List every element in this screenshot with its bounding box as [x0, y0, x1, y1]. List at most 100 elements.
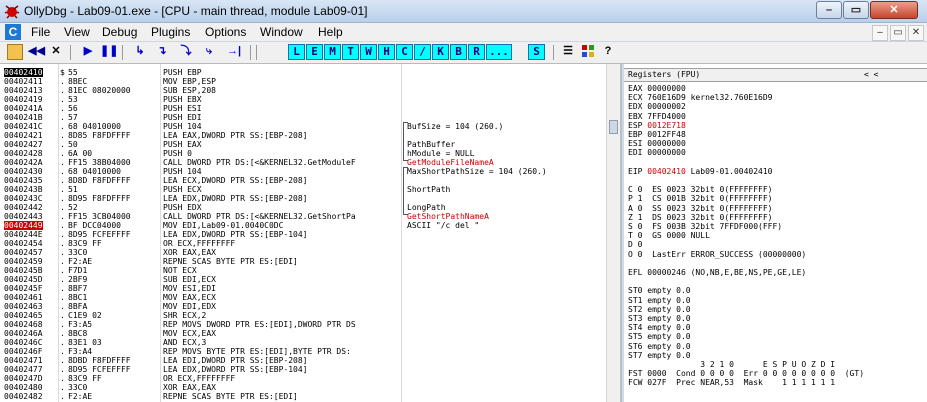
marker-cell: .: [60, 365, 65, 374]
disasm-row[interactable]: 00402419. 53 PUSH EBX: [0, 95, 608, 104]
disasm-row[interactable]: 00402457. 33C0 XOR EAX,EAX: [0, 248, 608, 257]
disasm-row[interactable]: 0040241C. 68 04010000 PUSH 104 BufSize = 10…: [0, 122, 608, 131]
windows-window-button[interactable]: W: [360, 44, 377, 60]
disasm-row[interactable]: 00402454. 83C9 FF OR ECX,FFFFFFFF: [0, 239, 608, 248]
disassembly-scrollbar[interactable]: [606, 64, 620, 402]
registers-header[interactable]: Registers (FPU) < <: [624, 68, 927, 82]
register-line[interactable]: EDI 00000000: [628, 148, 686, 158]
register-line[interactable]: EIP 00402410 Lab09-01.00402410: [628, 167, 773, 177]
disasm-row[interactable]: 0040247D. 83C9 FF OR ECX,FFFFFFFF: [0, 374, 608, 383]
minimize-button[interactable]: –: [816, 1, 842, 19]
mdi-minimize-button[interactable]: –: [872, 25, 888, 41]
disasm-row[interactable]: 0040245F. 8BF7 MOV ESI,EDI: [0, 284, 608, 293]
register-line[interactable]: EFL 00000246 (NO,NB,E,BE,NS,PE,GE,LE): [628, 268, 806, 278]
disasm-row[interactable]: 00402435. 8D8D F8FDFFFF LEA ECX,DWORD PTR …: [0, 176, 608, 185]
trace-over-icon[interactable]: ⤷: [201, 44, 217, 60]
disasm-row[interactable]: 00402442. 52 PUSH EDX LongPath: [0, 203, 608, 212]
disasm-row[interactable]: 0040242A. FF15 38B04000 CALL DWORD PTR DS:…: [0, 158, 608, 167]
run-trace-window-button[interactable]: ...: [486, 44, 512, 60]
disasm-row[interactable]: 00402411. 8BEC MOV EBP,ESP: [0, 77, 608, 86]
register-line[interactable]: FCW 027F Prec NEAR,53 Mask 1 1 1 1 1 1: [628, 378, 835, 388]
memory-window-button[interactable]: M: [324, 44, 341, 60]
source-window-button[interactable]: S: [528, 44, 545, 60]
menu-window[interactable]: Window: [260, 25, 303, 39]
hex-dump-cell: BF DCC04000: [68, 221, 121, 230]
scrollbar-thumb[interactable]: [609, 120, 618, 134]
cpu-window-button[interactable]: C: [396, 44, 413, 60]
colors-grid-icon[interactable]: [580, 44, 596, 60]
registers-pane[interactable]: Registers (FPU) < < EAX 00000000 ECX 760E…: [624, 64, 927, 402]
mdi-restore-button[interactable]: ▭: [890, 25, 906, 41]
pause-icon[interactable]: ❚❚: [100, 44, 118, 60]
disasm-row[interactable]: 00402459. F2:AE REPNE SCAS BYTE PTR ES:[ED…: [0, 257, 608, 266]
registers-nav-arrows[interactable]: < <: [864, 69, 878, 81]
patches-window-button[interactable]: /: [414, 44, 431, 60]
handles-window-button[interactable]: H: [378, 44, 395, 60]
instruction-cell: PUSH EDI: [163, 113, 202, 122]
restart-icon[interactable]: ◀◀: [28, 44, 45, 60]
execute-till-return-icon[interactable]: →|: [226, 44, 242, 60]
disasm-row[interactable]: 00402427. 50 PUSH EAX PathBuffer: [0, 140, 608, 149]
disasm-row[interactable]: 0040243C. 8D95 F8FDFFFF LEA EDX,DWORD PTR …: [0, 194, 608, 203]
disasm-row[interactable]: 00402449. BF DCC04000 MOV EDI,Lab09-01.004…: [0, 221, 608, 230]
menu-plugins[interactable]: Plugins: [151, 25, 190, 39]
disasm-row[interactable]: 00402428. 6A 00 PUSH 0 hModule = NULL: [0, 149, 608, 158]
run-icon[interactable]: ▶: [80, 44, 96, 60]
menu-options[interactable]: Options: [205, 25, 246, 39]
disasm-row[interactable]: 00402468. F3:A5 REP MOVS DWORD PTR ES:[EDI…: [0, 320, 608, 329]
disasm-row[interactable]: 00402421. 8D85 F8FDFFFF LEA EAX,DWORD PTR …: [0, 131, 608, 140]
close-button[interactable]: ✕: [870, 1, 918, 19]
disasm-row[interactable]: 00402471. 8DBD F8FDFFFF LEA EDI,DWORD PTR …: [0, 356, 608, 365]
disasm-row[interactable]: 0040241A. 56 PUSH ESI: [0, 104, 608, 113]
disasm-row[interactable]: 00402482. F2:AE REPNE SCAS BYTE PTR ES:[ED…: [0, 392, 608, 401]
mdi-close-button[interactable]: ✕: [908, 25, 924, 41]
menu-file[interactable]: File: [31, 25, 50, 39]
log-window-button[interactable]: L: [288, 44, 305, 60]
cpu-window-icon[interactable]: C: [5, 24, 21, 40]
disasm-row[interactable]: 00402480. 33C0 XOR EAX,EAX: [0, 383, 608, 392]
menu-debug[interactable]: Debug: [102, 25, 137, 39]
trace-into-icon[interactable]: ⤵: [178, 44, 194, 60]
menu-help[interactable]: Help: [318, 25, 343, 39]
references-window-button[interactable]: R: [468, 44, 485, 60]
disasm-row[interactable]: 00402477. 8D95 FCFEFFFF LEA EDX,DWORD PTR …: [0, 365, 608, 374]
instruction-cell: MOV EDI,Lab09-01.0040C0DC: [163, 221, 284, 230]
breakpoints-window-button[interactable]: B: [450, 44, 467, 60]
register-line[interactable]: O 0 LastErr ERROR_SUCCESS (00000000): [628, 250, 806, 260]
marker-cell: .: [60, 176, 65, 185]
disasm-row[interactable]: 0040246F. F3:A4 REP MOVS BYTE PTR ES:[EDI]…: [0, 347, 608, 356]
disasm-row[interactable]: 0040245B. F7D1 NOT ECX: [0, 266, 608, 275]
disasm-row[interactable]: 00402410 $55 PUSH EBP: [0, 68, 608, 77]
disasm-row[interactable]: 00402443. FF15 3CB04000 CALL DWORD PTR DS:…: [0, 212, 608, 221]
list-view-icon[interactable]: ☰: [560, 44, 576, 60]
instruction-cell: REPNE SCAS BYTE PTR ES:[EDI]: [163, 257, 298, 266]
address-cell: 00402443: [4, 212, 43, 221]
disassembly-pane[interactable]: 00402410 $55 PUSH EBP 00402411. 8BEC MOV EBP,…: [0, 64, 622, 402]
toolbar-separator: [122, 45, 123, 60]
maximize-button[interactable]: ▭: [843, 1, 869, 19]
disasm-row[interactable]: 00402463. 8BFA MOV EDI,EDX: [0, 302, 608, 311]
step-over-icon[interactable]: ↴: [154, 44, 170, 60]
disasm-row[interactable]: 00402465. C1E9 02 SHR ECX,2: [0, 311, 608, 320]
disasm-row[interactable]: 0040244E. 8D95 FCFEFFFF LEA EDX,DWORD PTR …: [0, 230, 608, 239]
address-cell: 0040241C: [4, 122, 43, 131]
disasm-row[interactable]: 0040246A. 8BC8 MOV ECX,EAX: [0, 329, 608, 338]
disasm-row[interactable]: 0040246C. 83E1 03 AND ECX,3: [0, 338, 608, 347]
disasm-row[interactable]: 00402413. 81EC 08020000 SUB ESP,208: [0, 86, 608, 95]
modules-window-button[interactable]: E: [306, 44, 323, 60]
menu-view[interactable]: View: [64, 25, 90, 39]
disasm-row[interactable]: 00402430. 68 04010000 PUSH 104 MaxShortPath…: [0, 167, 608, 176]
disasm-row[interactable]: 00402461. 8BC1 MOV EAX,ECX: [0, 293, 608, 302]
open-icon[interactable]: [7, 44, 23, 60]
close-program-icon[interactable]: ✕: [48, 44, 64, 60]
threads-window-button[interactable]: T: [342, 44, 359, 60]
hex-dump-cell: 56: [68, 104, 78, 113]
marker-cell: .: [60, 113, 65, 122]
disasm-row[interactable]: 0040241B. 57 PUSH EDI: [0, 113, 608, 122]
step-into-icon[interactable]: ↳: [132, 44, 148, 60]
disasm-row[interactable]: 0040243B. 51 PUSH ECX ShortPath: [0, 185, 608, 194]
disasm-row[interactable]: 0040245D. 2BF9 SUB EDI,ECX: [0, 275, 608, 284]
help-icon[interactable]: ?: [600, 44, 616, 60]
call-stack-window-button[interactable]: K: [432, 44, 449, 60]
hex-dump-cell: 33C0: [68, 248, 88, 257]
